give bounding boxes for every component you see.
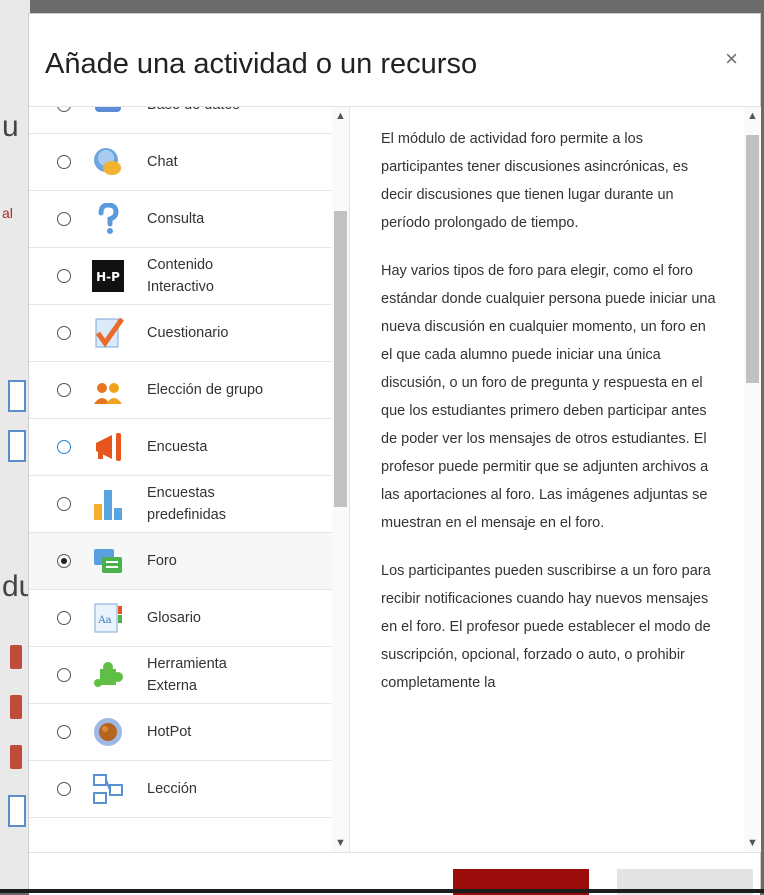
background-text-fragment: al [2,205,13,221]
dialog-header: Añade una actividad o un recurso × [29,14,760,107]
activity-option[interactable]: Lección [29,761,332,818]
megaphone-icon [91,430,125,464]
activity-chooser-dialog: Añade una actividad o un recurso × Base … [28,13,761,895]
group-choice-icon [91,373,125,407]
scrollbar-thumb[interactable] [334,211,347,507]
option-radio[interactable] [57,212,71,226]
option-radio[interactable] [57,725,71,739]
option-label: HotPot [147,724,192,740]
options-list: Base de datos Chat Consulta H-P Contenido In… [29,107,332,818]
option-radio[interactable] [57,668,71,682]
description-pane: El módulo de actividad foro permite a lo… [349,107,761,852]
lesson-icon [91,772,125,806]
activity-option[interactable]: Cuestionario [29,305,332,362]
description-paragraph: Hay varios tipos de foro para elegir, co… [381,263,716,531]
svg-text:Aa: Aa [97,615,111,626]
option-radio[interactable] [57,155,71,169]
activity-description: El módulo de actividad foro permite a lo… [381,125,719,717]
dialog-title: Añade una actividad o un recurso [45,48,478,80]
background-document-icon [8,795,26,827]
background-marker-icon [10,695,22,719]
svg-text:H-P: H-P [96,270,120,284]
activity-option[interactable]: Foro [29,533,332,590]
scroll-down-arrow-icon[interactable]: ▼ [747,837,758,849]
quiz-check-icon [91,316,125,350]
activity-option[interactable]: Encuestas predefinidas [29,476,332,533]
option-label: Foro [147,553,177,569]
option-label: Cuestionario [147,325,229,341]
background-marker-icon [10,745,22,769]
activity-option[interactable]: Chat [29,134,332,191]
option-label: Consulta [147,211,205,227]
option-label: Base de datos [147,107,240,116]
option-label: Elección de grupo [147,382,264,398]
option-radio[interactable] [57,440,71,454]
option-radio[interactable] [57,326,71,340]
close-icon[interactable]: × [725,46,738,72]
background-text-fragment: u [2,110,19,143]
activity-option[interactable]: Consulta [29,191,332,248]
option-radio[interactable] [57,611,71,625]
scroll-down-arrow-icon[interactable]: ▼ [335,837,346,849]
option-label: Encuesta [147,439,208,455]
chat-icon [91,145,125,179]
taskbar-edge [0,889,764,893]
description-paragraph: El módulo de actividad foro permite a lo… [381,131,689,231]
background-document-icon [8,430,26,462]
option-radio[interactable] [57,383,71,397]
background-document-icon [8,380,26,412]
glossary-icon: Aa [91,601,125,635]
option-radio[interactable] [57,497,71,511]
option-radio[interactable] [57,554,71,568]
options-scrollbar[interactable]: ▲ ▼ [332,107,349,852]
option-label: Herramienta Externa [147,656,227,694]
option-label: Glosario [147,610,201,626]
activity-option[interactable]: H-P Contenido Interactivo [29,248,332,305]
option-radio[interactable] [57,269,71,283]
background-marker-icon [10,645,22,669]
activity-option[interactable]: Base de datos [29,107,332,134]
activity-option[interactable]: Encuesta [29,419,332,476]
activity-option[interactable]: HotPot [29,704,332,761]
background-page: u al du [0,0,35,893]
scrollbar-thumb[interactable] [746,135,759,383]
scroll-up-arrow-icon[interactable]: ▲ [747,110,758,122]
scroll-up-arrow-icon[interactable]: ▲ [335,110,346,122]
hotpot-icon [91,715,125,749]
option-label: Encuestas predefinidas [147,485,226,523]
activity-option[interactable]: Herramienta Externa [29,647,332,704]
option-radio[interactable] [57,782,71,796]
description-paragraph: Los participantes pueden suscribirse a u… [381,563,711,691]
option-radio[interactable] [57,107,71,112]
options-list-pane: Base de datos Chat Consulta H-P Contenido In… [29,107,350,852]
bar-chart-icon [91,487,125,521]
forum-icon [91,544,125,578]
description-scrollbar[interactable]: ▲ ▼ [744,107,761,852]
option-label: Chat [147,154,178,170]
option-label: Lección [147,781,197,797]
puzzle-icon [91,658,125,692]
activity-option[interactable]: Aa Glosario [29,590,332,647]
activity-option[interactable]: Elección de grupo [29,362,332,419]
question-icon [91,202,125,236]
database-icon [91,107,125,122]
h5p-icon: H-P [91,259,125,293]
option-label: Contenido Interactivo [147,257,214,295]
